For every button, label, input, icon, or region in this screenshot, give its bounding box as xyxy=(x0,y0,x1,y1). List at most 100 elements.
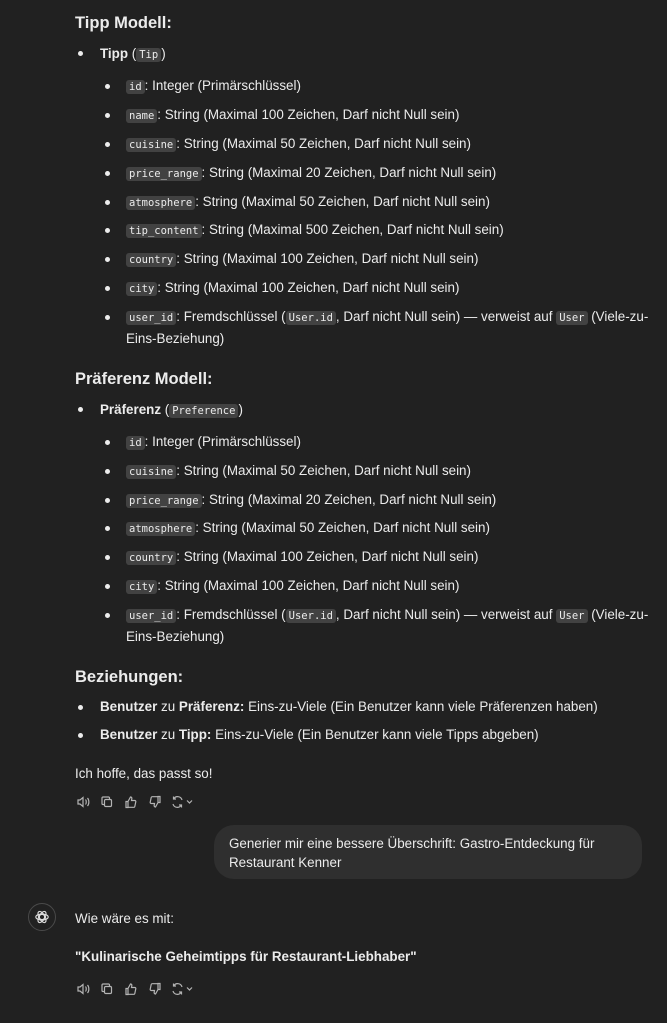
field-desc: : String (Maximal 20 Zeichen, Darf nicht… xyxy=(201,492,497,507)
bullet xyxy=(105,286,110,291)
field-code: city xyxy=(126,282,158,296)
fk-target-code: User xyxy=(556,311,588,325)
bullet xyxy=(105,315,110,320)
field-code: cuisine xyxy=(126,465,177,479)
field-code: id xyxy=(126,436,145,450)
relation-item: Benutzer zu Tipp: Eins-zu-Viele (Ein Ben… xyxy=(100,726,539,744)
field-desc: : String (Maximal 100 Zeichen, Darf nich… xyxy=(157,107,460,122)
bullet xyxy=(105,469,110,474)
message-actions xyxy=(75,794,195,810)
tip-field: cuisine: String (Maximal 50 Zeichen, Dar… xyxy=(126,135,471,154)
fk-ref-code: User.id xyxy=(285,609,336,623)
bullet xyxy=(105,498,110,503)
pref-field: id: Integer (Primärschlüssel) xyxy=(126,433,301,452)
tip-field: id: Integer (Primärschlüssel) xyxy=(126,77,301,96)
relation-desc: Eins-zu-Viele (Ein Benutzer kann viele P… xyxy=(244,699,598,714)
fk-text: , Darf nicht Null sein) — verweist auf xyxy=(335,607,557,622)
pref-field: city: String (Maximal 100 Zeichen, Darf … xyxy=(126,577,459,596)
bullet xyxy=(105,613,110,618)
pref-field: price_range: String (Maximal 20 Zeichen,… xyxy=(126,491,496,510)
relation-entity: Benutzer xyxy=(100,727,158,742)
fk-ref-code: User.id xyxy=(285,311,336,325)
fk-text: : Fremdschlüssel ( xyxy=(176,607,286,622)
field-desc: : Integer (Primärschlüssel) xyxy=(144,78,301,93)
thumbs-down-icon[interactable] xyxy=(147,981,163,997)
thumbs-up-icon[interactable] xyxy=(123,981,139,997)
field-desc: : String (Maximal 100 Zeichen, Darf nich… xyxy=(157,578,460,593)
bullet xyxy=(105,171,110,176)
field-code: user_id xyxy=(126,609,177,623)
field-code: id xyxy=(126,80,145,94)
field-desc: : String (Maximal 50 Zeichen, Darf nicht… xyxy=(195,520,490,535)
chevron-down-icon xyxy=(186,987,193,991)
bullet xyxy=(105,257,110,262)
bullet xyxy=(105,142,110,147)
assistant-suggestion: "Kulinarische Geheimtipps für Restaurant… xyxy=(75,949,417,964)
field-desc: : String (Maximal 500 Zeichen, Darf nich… xyxy=(201,222,504,237)
pref-field: cuisine: String (Maximal 50 Zeichen, Dar… xyxy=(126,462,471,481)
relation-connector: zu xyxy=(157,699,179,714)
user-message-bubble: Generier mir eine bessere Überschrift: G… xyxy=(214,825,642,879)
pref-model-code: Preference xyxy=(169,404,239,418)
tip-field: price_range: String (Maximal 20 Zeichen,… xyxy=(126,164,496,183)
field-code: city xyxy=(126,580,158,594)
message-actions xyxy=(75,981,195,997)
read-aloud-icon[interactable] xyxy=(75,981,91,997)
chatgpt-logo-icon xyxy=(28,903,56,931)
field-desc: : String (Maximal 50 Zeichen, Darf nicht… xyxy=(195,194,490,209)
bullet xyxy=(105,584,110,589)
relation-entity: Präferenz: xyxy=(178,699,245,714)
tip-fk-continuation: Eins-Beziehung) xyxy=(126,331,225,346)
field-code: cuisine xyxy=(126,138,177,152)
field-code: country xyxy=(126,253,177,267)
field-code: price_range xyxy=(126,494,202,508)
pref-fk-field: user_id: Fremdschlüssel (User.id, Darf n… xyxy=(126,606,648,625)
field-desc: : String (Maximal 20 Zeichen, Darf nicht… xyxy=(201,165,497,180)
tip-model-name: Tipp xyxy=(100,46,129,61)
pref-fk-continuation: Eins-Beziehung) xyxy=(126,629,225,644)
bullet xyxy=(78,733,83,738)
field-desc: : String (Maximal 50 Zeichen, Darf nicht… xyxy=(176,136,471,151)
relation-entity: Benutzer xyxy=(100,699,158,714)
thumbs-up-icon[interactable] xyxy=(123,794,139,810)
fk-text: (Viele-zu- xyxy=(587,607,649,622)
field-code: atmosphere xyxy=(126,522,196,536)
field-desc: : String (Maximal 100 Zeichen, Darf nich… xyxy=(157,280,460,295)
regenerate-icon[interactable] xyxy=(171,794,195,810)
regenerate-icon[interactable] xyxy=(171,981,195,997)
field-desc: : String (Maximal 100 Zeichen, Darf nich… xyxy=(176,549,479,564)
field-code: price_range xyxy=(126,167,202,181)
assistant-intro: Wie wäre es mit: xyxy=(75,911,174,926)
bullet xyxy=(105,228,110,233)
tip-field: name: String (Maximal 100 Zeichen, Darf … xyxy=(126,106,459,125)
copy-icon[interactable] xyxy=(99,981,115,997)
field-code: country xyxy=(126,551,177,565)
copy-icon[interactable] xyxy=(99,794,115,810)
bullet xyxy=(105,440,110,445)
tip-field: atmosphere: String (Maximal 50 Zeichen, … xyxy=(126,193,490,212)
bullet xyxy=(105,200,110,205)
pref-model-name: Präferenz xyxy=(100,402,162,417)
relation-connector: zu xyxy=(157,727,179,742)
tip-model-item: Tipp (Tip) xyxy=(100,46,166,62)
pref-field: atmosphere: String (Maximal 50 Zeichen, … xyxy=(126,519,490,538)
field-code: atmosphere xyxy=(126,196,196,210)
fk-text: : Fremdschlüssel ( xyxy=(176,309,286,324)
relations-heading: Beziehungen: xyxy=(75,668,184,686)
bullet xyxy=(78,51,83,56)
field-code: tip_content xyxy=(126,224,202,238)
bullet xyxy=(78,705,83,710)
field-code: user_id xyxy=(126,311,177,325)
fk-text: (Viele-zu- xyxy=(587,309,649,324)
relation-entity: Tipp: xyxy=(178,727,212,742)
tip-model-code: Tip xyxy=(136,48,162,62)
tip-fk-field: user_id: Fremdschlüssel (User.id, Darf n… xyxy=(126,308,648,327)
bullet xyxy=(105,113,110,118)
bullet xyxy=(105,84,110,89)
thumbs-down-icon[interactable] xyxy=(147,794,163,810)
read-aloud-icon[interactable] xyxy=(75,794,91,810)
tip-model-heading: Tipp Modell: xyxy=(75,14,172,32)
pref-model-item: Präferenz (Preference) xyxy=(100,402,243,418)
field-code: name xyxy=(126,109,158,123)
fk-text: , Darf nicht Null sein) — verweist auf xyxy=(335,309,557,324)
